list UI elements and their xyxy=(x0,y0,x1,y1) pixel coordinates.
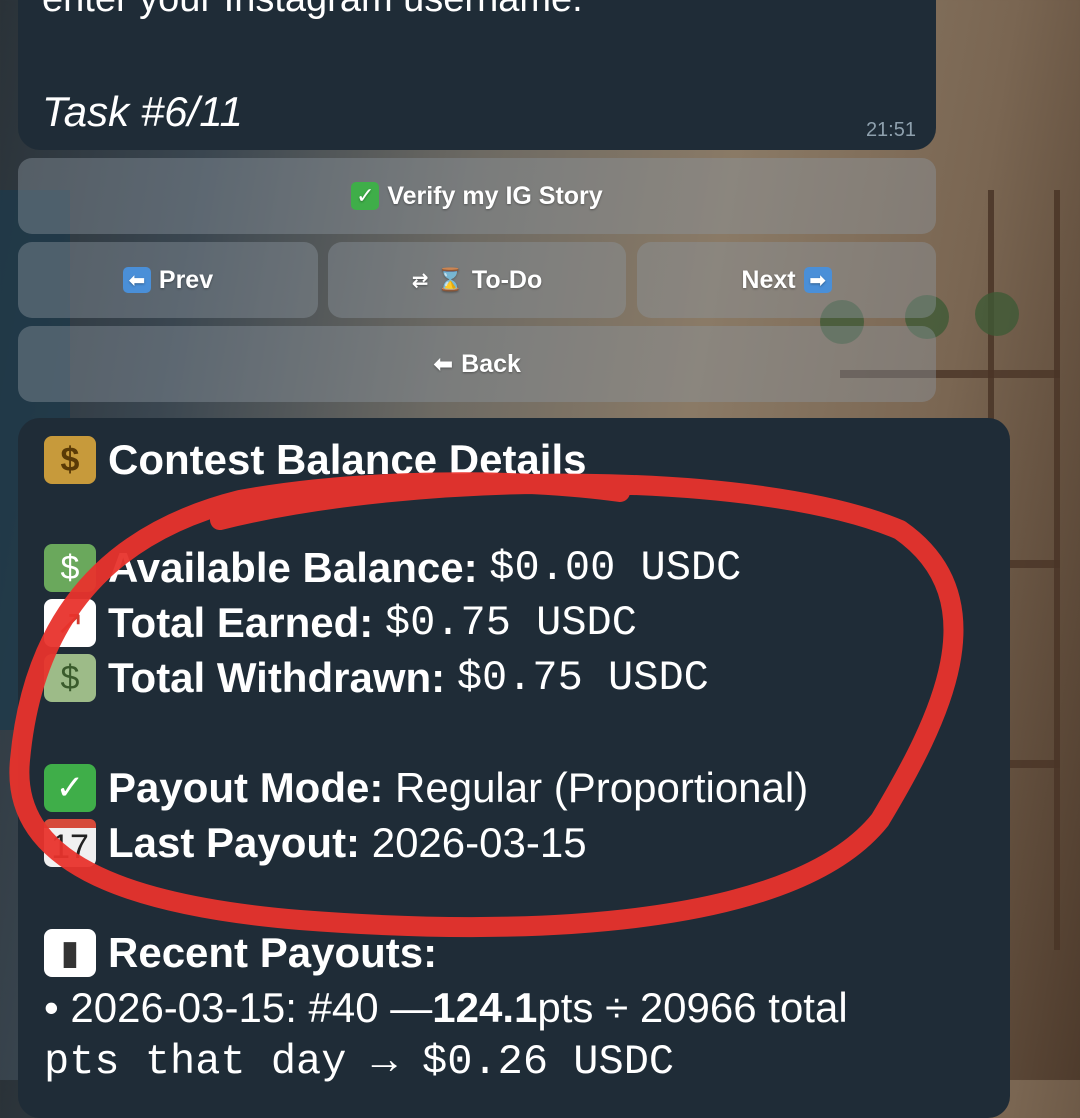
payout-line-2: pts that day → $0.26 USDC xyxy=(44,1038,675,1086)
payout-mode-label: Payout Mode: xyxy=(108,764,384,811)
verify-ig-story-button[interactable]: ✓ Verify my IG Story xyxy=(18,158,936,234)
total-withdrawn-row: $ Total Withdrawn: $0.75 USDC xyxy=(44,654,709,702)
available-balance-row: $ Available Balance: $0.00 USDC xyxy=(44,544,741,592)
available-value: $0.00 USDC xyxy=(489,544,742,592)
payout-mode-row: ✓ Payout Mode: Regular (Proportional) xyxy=(44,764,808,812)
next-label: Next xyxy=(741,265,796,294)
last-payout-label: Last Payout: xyxy=(108,819,361,866)
withdrawn-value: $0.75 USDC xyxy=(456,654,709,702)
last-payout-value: 2026-03-15 xyxy=(371,819,587,866)
money-bag-icon: $ xyxy=(44,436,96,484)
back-arrow-icon: ⬅ xyxy=(433,350,454,378)
payout-mode-value: Regular (Proportional) xyxy=(395,764,809,811)
withdrawn-label: Total Withdrawn: xyxy=(108,654,446,701)
total-earned-row: ↗ Total Earned: $0.75 USDC xyxy=(44,599,637,647)
check-icon: ✓ xyxy=(351,182,380,210)
bar-chart-icon: ▮ xyxy=(44,929,96,977)
message-timestamp: 21:51 xyxy=(865,119,916,141)
task-counter: Task #6/11 xyxy=(42,88,243,135)
chart-up-icon: ↗ xyxy=(44,599,96,647)
left-arrow-icon: ⬅ xyxy=(122,267,151,293)
last-payout-row: 17 Last Payout: 2026-03-15 xyxy=(44,819,587,867)
check-icon: ✓ xyxy=(44,764,96,812)
calendar-icon: 17 xyxy=(44,819,96,867)
payout-prefix: • 2026-03-15: #40 — xyxy=(44,984,433,1031)
back-button[interactable]: ⬅ Back xyxy=(18,326,936,402)
todo-label: To-Do xyxy=(471,265,543,294)
dollar-bill-icon: $ xyxy=(44,544,96,592)
recent-payout-line: • 2026-03-15: #40 — 124.1 pts ÷ 20966 to… xyxy=(44,984,848,1032)
plant xyxy=(975,292,1019,336)
available-label: Available Balance: xyxy=(108,544,478,591)
recent-payout-line-2: pts that day → $0.26 USDC xyxy=(44,1038,674,1086)
recent-payouts-label: Recent Payouts: xyxy=(108,929,438,976)
recent-payouts-row: ▮ Recent Payouts: xyxy=(44,929,437,977)
message-text: enter your Instagram username. xyxy=(42,0,583,21)
prev-button[interactable]: ⬅ Prev xyxy=(18,242,318,318)
prev-label: Prev xyxy=(158,265,214,294)
verify-label: Verify my IG Story xyxy=(387,181,603,210)
message-bubble: enter your Instagram username. Task #6/1… xyxy=(18,0,936,150)
next-button[interactable]: Next ➡ xyxy=(637,242,936,318)
payout-points: 124.1 xyxy=(432,984,538,1031)
earned-value: $0.75 USDC xyxy=(384,599,637,647)
todo-button[interactable]: ⇄ ⌛ To-Do xyxy=(328,242,626,318)
card-title: Contest Balance Details xyxy=(108,436,587,483)
hourglass-icon: ⌛ xyxy=(436,267,464,292)
balance-message-bubble: $ Contest Balance Details $ Available Ba… xyxy=(18,418,1010,1118)
swap-icon: ⇄ xyxy=(411,269,429,292)
card-title-row: $ Contest Balance Details xyxy=(44,436,587,484)
back-label: Back xyxy=(461,349,521,378)
right-arrow-icon: ➡ xyxy=(803,267,832,293)
earned-label: Total Earned: xyxy=(108,599,374,646)
money-wings-icon: $ xyxy=(44,654,96,702)
payout-suffix: pts ÷ 20966 total xyxy=(537,984,848,1031)
